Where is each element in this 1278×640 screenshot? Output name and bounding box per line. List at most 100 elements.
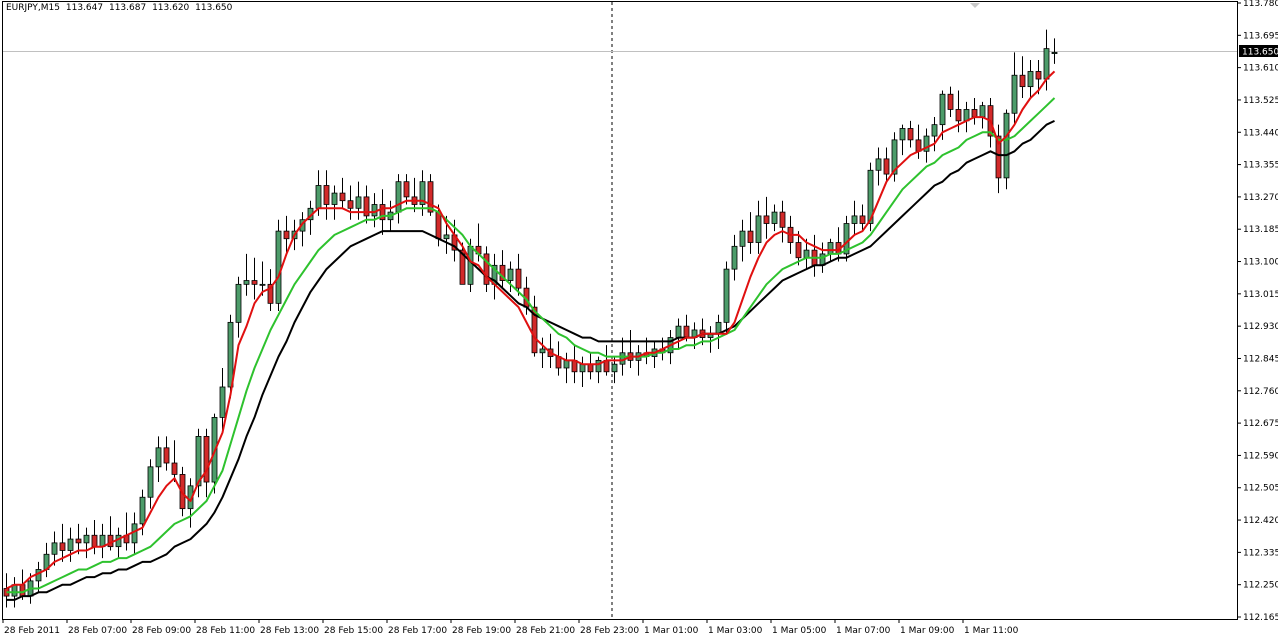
candle-body-bear [347, 200, 354, 209]
time-tick-label: 28 Feb 11:00 [196, 626, 255, 636]
candle-body-bull [355, 196, 362, 209]
candle [275, 219, 282, 311]
price-tick-label: 113.015 [1243, 290, 1278, 300]
candle-body-bear [795, 242, 802, 259]
candle-body-bull [219, 386, 226, 418]
candle-body-bull [595, 359, 602, 373]
price-tick-label: 112.675 [1243, 419, 1278, 429]
candle-body-bear [883, 158, 890, 175]
candle-body-bear [75, 538, 82, 544]
candle-body-bull [227, 321, 234, 388]
current-price-tag-label: 113.650 [1242, 48, 1278, 58]
candle-body-bear [283, 230, 290, 240]
price-tick-label: 112.505 [1243, 484, 1278, 494]
ohlc-close: 113.650 [195, 3, 233, 13]
plot-area [2, 1, 1238, 620]
candle [1003, 109, 1010, 190]
candle-body-bull [803, 249, 810, 259]
candle-body-bull [611, 363, 618, 373]
ohlc-open: 113.647 [65, 3, 104, 13]
candle-body-bear [1019, 74, 1026, 88]
price-tick-label: 112.250 [1243, 581, 1278, 591]
candle-body-bear [59, 542, 66, 551]
price-tick-label: 112.845 [1243, 354, 1278, 364]
candle-body-bear [1035, 71, 1042, 80]
candle-body-bull [755, 215, 762, 243]
candle-body-bear [323, 185, 330, 205]
symbol-header: EURJPY,M15 113.647 113.687 113.620 113.6… [6, 3, 235, 13]
candle-body-bull [67, 538, 74, 551]
candle-body-bull [723, 268, 730, 323]
time-tick-label: 28 Feb 09:00 [132, 626, 191, 636]
candle-body-bull [155, 447, 162, 468]
candle-body-bull [275, 230, 282, 304]
candle-body-bull [259, 283, 266, 286]
candle-body-bear [339, 192, 346, 202]
candle-body-bull [235, 283, 242, 323]
time-tick-label: 28 Feb 19:00 [452, 626, 511, 636]
price-tick-label: 113.525 [1243, 96, 1278, 106]
candle-body-bear [435, 211, 442, 240]
time-tick-label: 28 Feb 17:00 [388, 626, 447, 636]
time-tick-label: 28 Feb 13:00 [260, 626, 319, 636]
candle-body-bear [779, 211, 786, 228]
candle-body-bear [203, 436, 210, 483]
ohlc-low: 113.620 [152, 3, 190, 13]
price-tick-label: 112.165 [1243, 613, 1278, 623]
time-tick-label: 28 Feb 15:00 [324, 626, 383, 636]
candle-body-bear [747, 230, 754, 243]
price-tick-label: 113.355 [1243, 161, 1278, 171]
candle-body-bull [851, 215, 858, 224]
price-tick-label: 113.440 [1243, 128, 1278, 138]
candle-body-bear [91, 534, 98, 548]
price-axis: 113.780 113.695 113.610 113.525 113.440 113.3… [1237, 0, 1278, 623]
time-tick-label: 28 Feb 23:00 [580, 626, 639, 636]
candle-body-bear [907, 128, 914, 141]
price-tick-label: 112.760 [1243, 387, 1278, 397]
chart-canvas[interactable]: 113.780 113.695 113.610 113.525 113.440 113.3… [0, 0, 1278, 640]
candle-body-bull [395, 181, 402, 213]
candle-body-bear [515, 268, 522, 289]
price-tick-label: 113.100 [1243, 258, 1278, 268]
time-tick-label: 28 Feb 07:00 [68, 626, 127, 636]
candle-body-bull [51, 542, 58, 555]
time-tick-label: 1 Mar 05:00 [772, 626, 827, 636]
candle-body-bull [467, 245, 474, 285]
candle-body-bull [139, 496, 146, 525]
candle-body-bull [331, 192, 338, 205]
candle-body-bull [931, 124, 938, 137]
candle-body-bear [763, 215, 770, 224]
price-tick-label: 113.780 [1243, 0, 1278, 9]
candle-body-bull [731, 245, 738, 270]
candle-body-bull [771, 211, 778, 224]
candle-body-bull [563, 359, 570, 369]
candle-body-bear [955, 109, 962, 122]
candle-body-bull [1003, 112, 1010, 179]
candle-body-bull [243, 280, 250, 285]
chart-window[interactable]: 113.780 113.695 113.610 113.525 113.440 113.3… [0, 0, 1278, 640]
candle-body-bull [979, 105, 986, 118]
candle-body-bear [683, 325, 690, 338]
candle-body-bull [579, 363, 586, 373]
candle-body-bull [443, 234, 450, 240]
candle-body-bull [83, 534, 90, 544]
price-tick-label: 112.420 [1243, 516, 1278, 526]
candle-body-bull [1051, 52, 1058, 54]
candle-body-bull [1011, 74, 1018, 114]
time-tick-label: 28 Feb 21:00 [516, 626, 575, 636]
candle-body-bull [315, 185, 322, 209]
candle-body-bull [675, 325, 682, 338]
time-tick-label: 28 Feb 2011 [4, 626, 60, 636]
candle-body-bear [163, 447, 170, 464]
candle-body-bull [539, 348, 546, 354]
candle-body-bull [939, 93, 946, 126]
price-tick-label: 113.695 [1243, 31, 1278, 41]
candle-body-bull [1027, 71, 1034, 88]
symbol-timeframe: EURJPY,M15 [6, 3, 60, 13]
candle-body-bull [507, 268, 514, 281]
candle-body-bear [971, 109, 978, 118]
price-tick-label: 113.185 [1243, 225, 1278, 235]
time-tick-label: 1 Mar 03:00 [708, 626, 763, 636]
time-tick-label: 1 Mar 07:00 [836, 626, 891, 636]
candle-body-bear [403, 181, 410, 198]
